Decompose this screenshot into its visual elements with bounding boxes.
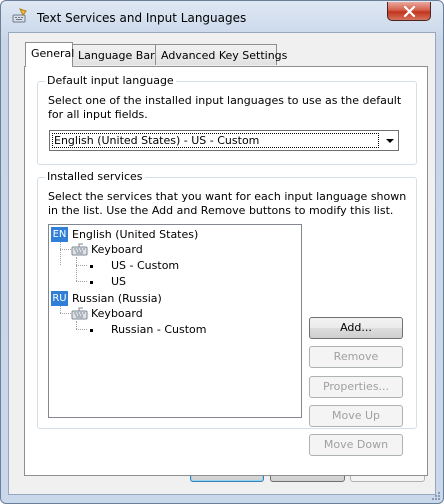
- tab-general[interactable]: General: [25, 42, 75, 67]
- bullet-icon: [90, 265, 93, 268]
- installed-services-description: Select the services that you want for ea…: [48, 190, 407, 217]
- move-up-button[interactable]: Move Up: [309, 405, 403, 427]
- tree-connector: [76, 281, 87, 282]
- tab-panel-general: Default input language Select one of the…: [24, 66, 428, 476]
- installed-services-group: Installed services Select the services t…: [37, 170, 417, 456]
- installed-services-legend: Installed services: [45, 170, 145, 183]
- dialog-client-area: General Language Bar Advanced Key Settin…: [8, 32, 436, 495]
- bullet-icon: [90, 329, 93, 332]
- focus-rectangle: [52, 133, 379, 148]
- tree-connector: [76, 257, 77, 281]
- tree-connector: [60, 313, 71, 314]
- tree-connector: [76, 321, 77, 329]
- tab-advanced-key-settings[interactable]: Advanced Key Settings: [155, 44, 287, 65]
- default-language-group: Default input language Select one of the…: [37, 74, 417, 165]
- tab-label: Language Bar: [78, 49, 155, 62]
- tree-item-label: Keyboard: [91, 307, 143, 320]
- move-down-button[interactable]: Move Down: [309, 434, 403, 456]
- resize-grip-icon[interactable]: [431, 491, 441, 501]
- tree-item-label: Keyboard: [91, 243, 143, 256]
- chevron-down-icon: [386, 139, 394, 143]
- remove-button[interactable]: Remove: [309, 346, 403, 368]
- title-bar[interactable]: Text Services and Input Languages: [1, 1, 443, 33]
- default-language-legend: Default input language: [45, 74, 176, 87]
- bullet-icon: [90, 281, 93, 284]
- installed-services-tree[interactable]: EN English (United States) Keyboard US -…: [48, 224, 302, 418]
- add-button[interactable]: Add...: [309, 317, 403, 339]
- tree-connector: [60, 242, 61, 265]
- tab-language-bar[interactable]: Language Bar: [72, 44, 156, 65]
- tab-label: General: [31, 47, 75, 60]
- tree-connector: [60, 249, 71, 250]
- default-language-description: Select one of the installed input langua…: [48, 94, 402, 121]
- close-button[interactable]: [387, 2, 431, 21]
- tree-connector: [76, 265, 87, 266]
- properties-button[interactable]: Properties...: [309, 376, 403, 398]
- window-title: Text Services and Input Languages: [37, 11, 247, 25]
- tab-label: Advanced Key Settings: [161, 49, 288, 62]
- keyboard-icon: [71, 307, 88, 320]
- tree-item-label: US - Custom: [111, 259, 180, 272]
- dialog-window: Text Services and Input Languages Genera…: [0, 0, 444, 504]
- text-services-icon: [12, 8, 28, 24]
- tree-item-label: US: [111, 275, 127, 288]
- default-language-select[interactable]: English (United States) - US - Custom: [49, 130, 399, 151]
- keyboard-icon: [71, 243, 88, 256]
- english-language-badge: EN: [51, 227, 68, 242]
- tree-item-label: Russian - Custom: [111, 323, 207, 336]
- russian-language-badge: RU: [51, 291, 68, 306]
- close-icon: [403, 6, 416, 17]
- tree-item-label: English (United States): [72, 228, 199, 241]
- tree-connector: [76, 329, 87, 330]
- tree-item-label: Russian (Russia): [72, 292, 162, 305]
- tree-connector: [60, 306, 61, 313]
